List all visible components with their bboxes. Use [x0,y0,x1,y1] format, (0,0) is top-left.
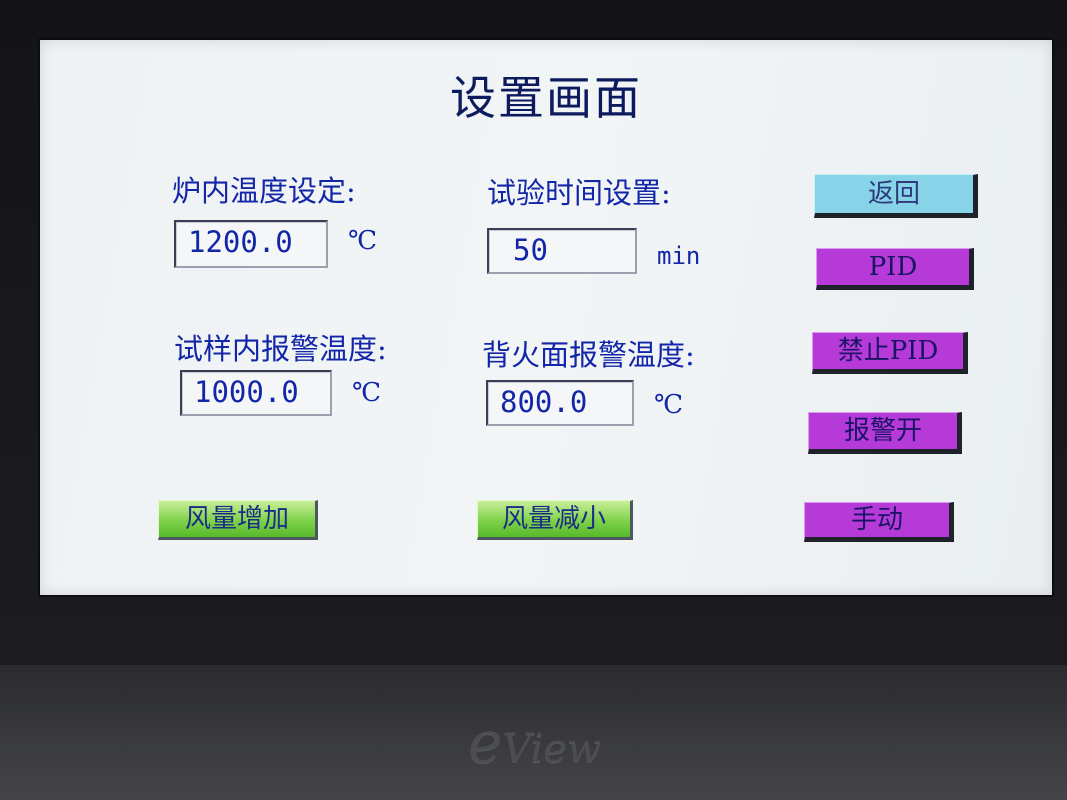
alarm-on-button[interactable]: 报警开 [808,412,962,454]
hmi-screen: 设置画面 炉内温度设定: 1200.0 ℃ 试验时间设置: 50 min 试样内… [38,38,1054,597]
manual-button[interactable]: 手动 [804,502,954,542]
backfire-alarm-field[interactable]: 800.0 [486,380,634,426]
furnace-temp-label: 炉内温度设定: [172,174,356,208]
test-time-label: 试验时间设置: [487,176,671,210]
sample-alarm-field[interactable]: 1000.0 [180,370,332,416]
furnace-temp-unit: ℃ [348,226,378,256]
airflow-increase-button[interactable]: 风量增加 [158,500,318,540]
backfire-alarm-label: 背火面报警温度: [482,338,695,372]
backfire-alarm-unit: ℃ [654,390,684,420]
pid-button[interactable]: PID [816,248,974,290]
test-time-field[interactable]: 50 [487,228,637,274]
sample-alarm-label: 试样内报警温度: [174,332,387,366]
eview-logo-mark: e [468,708,503,776]
test-time-unit: min [657,242,701,270]
sample-alarm-unit: ℃ [352,378,382,408]
eview-logo-text: View [502,726,602,772]
eview-logo: eView [468,708,601,776]
furnace-temp-field[interactable]: 1200.0 [174,220,328,268]
disable-pid-button[interactable]: 禁止PID [812,332,968,374]
airflow-decrease-button[interactable]: 风量减小 [477,500,633,540]
page-title: 设置画面 [450,71,642,125]
back-button[interactable]: 返回 [814,174,978,218]
